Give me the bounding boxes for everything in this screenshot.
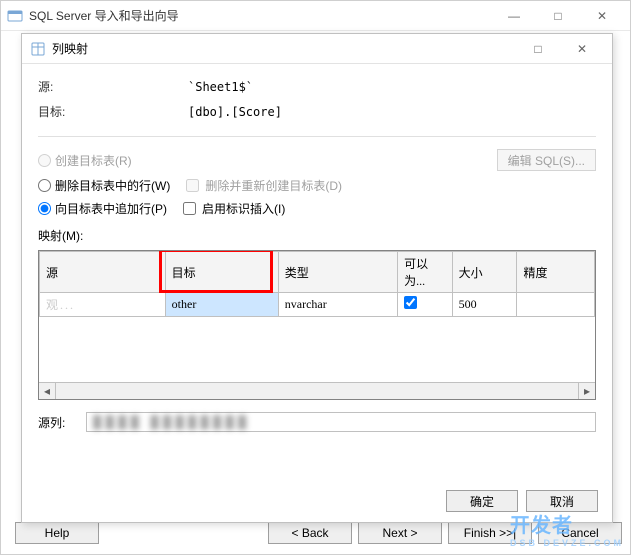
mapping-table[interactable]: 源 目标 类型 可以为... 大小 精度 观... other nvarchar xyxy=(39,251,595,317)
edit-sql-button: 编辑 SQL(S)... xyxy=(497,149,596,171)
drop-recreate-label: 删除并重新创建目标表(D) xyxy=(205,177,342,194)
scroll-left-button[interactable]: ◂ xyxy=(39,382,56,399)
wizard-titlebar: SQL Server 导入和导出向导 — □ ✕ xyxy=(1,1,630,31)
help-button[interactable]: Help xyxy=(15,522,99,544)
scroll-track[interactable] xyxy=(56,382,578,399)
header-precision[interactable]: 精度 xyxy=(517,252,595,293)
maximize-button[interactable]: □ xyxy=(536,2,580,30)
header-source[interactable]: 源 xyxy=(40,252,166,293)
cell-precision[interactable] xyxy=(517,293,595,317)
delete-rows-label: 删除目标表中的行(W) xyxy=(55,177,170,194)
target-value: [dbo].[Score] xyxy=(188,105,282,119)
source-label: 源: xyxy=(38,78,188,95)
source-column-label: 源列: xyxy=(38,414,86,431)
drop-recreate-checkbox xyxy=(186,179,199,192)
wizard-window: SQL Server 导入和导出向导 — □ ✕ Help < Back Nex… xyxy=(0,0,631,555)
finish-button[interactable]: Finish >>| xyxy=(448,522,532,544)
close-button[interactable]: ✕ xyxy=(580,2,624,30)
wizard-title: SQL Server 导入和导出向导 xyxy=(29,7,492,24)
cell-size[interactable]: 500 xyxy=(452,293,517,317)
column-mapping-dialog: 列映射 □ ✕ 源: `Sheet1$` 目标: [dbo].[Score] 创… xyxy=(21,33,613,523)
delete-rows-radio[interactable] xyxy=(38,179,51,192)
wizard-button-bar: Help < Back Next > Finish >>| Cancel xyxy=(9,522,622,544)
identity-insert-checkbox[interactable] xyxy=(183,202,196,215)
cell-nullable[interactable] xyxy=(398,293,452,317)
app-icon xyxy=(7,8,23,24)
cell-type[interactable]: nvarchar xyxy=(278,293,397,317)
header-target[interactable]: 目标 xyxy=(165,252,278,293)
back-button[interactable]: < Back xyxy=(268,522,352,544)
next-button[interactable]: Next > xyxy=(358,522,442,544)
source-value: `Sheet1$` xyxy=(188,80,253,94)
cell-source[interactable]: 观... xyxy=(40,293,166,317)
identity-insert-label: 启用标识插入(I) xyxy=(202,200,285,217)
source-column-value: ████ ████████ xyxy=(86,412,596,432)
cancel-button[interactable]: Cancel xyxy=(538,522,622,544)
create-table-radio xyxy=(38,154,51,167)
append-rows-radio[interactable] xyxy=(38,202,51,215)
nullable-checkbox[interactable] xyxy=(404,296,417,309)
target-label: 目标: xyxy=(38,103,188,120)
cell-target[interactable]: other xyxy=(165,293,278,317)
ok-button[interactable]: 确定 xyxy=(446,490,518,512)
dialog-maximize-button[interactable]: □ xyxy=(516,35,560,63)
dialog-title: 列映射 xyxy=(52,40,516,57)
dialog-close-button[interactable]: ✕ xyxy=(560,35,604,63)
dialog-titlebar: 列映射 □ ✕ xyxy=(22,34,612,64)
cancel-dialog-button[interactable]: 取消 xyxy=(526,490,598,512)
table-row[interactable]: 观... other nvarchar 500 xyxy=(40,293,595,317)
append-rows-label: 向目标表中追加行(P) xyxy=(55,200,167,217)
minimize-button[interactable]: — xyxy=(492,2,536,30)
mapping-label: 映射(M): xyxy=(38,227,596,244)
header-size[interactable]: 大小 xyxy=(452,252,517,293)
mapping-table-wrap: 源 目标 类型 可以为... 大小 精度 观... other nvarchar xyxy=(38,250,596,400)
header-nullable[interactable]: 可以为... xyxy=(398,252,452,293)
header-type[interactable]: 类型 xyxy=(278,252,397,293)
dialog-icon xyxy=(30,41,46,57)
scroll-right-button[interactable]: ▸ xyxy=(578,382,595,399)
create-table-label: 创建目标表(R) xyxy=(55,152,132,169)
